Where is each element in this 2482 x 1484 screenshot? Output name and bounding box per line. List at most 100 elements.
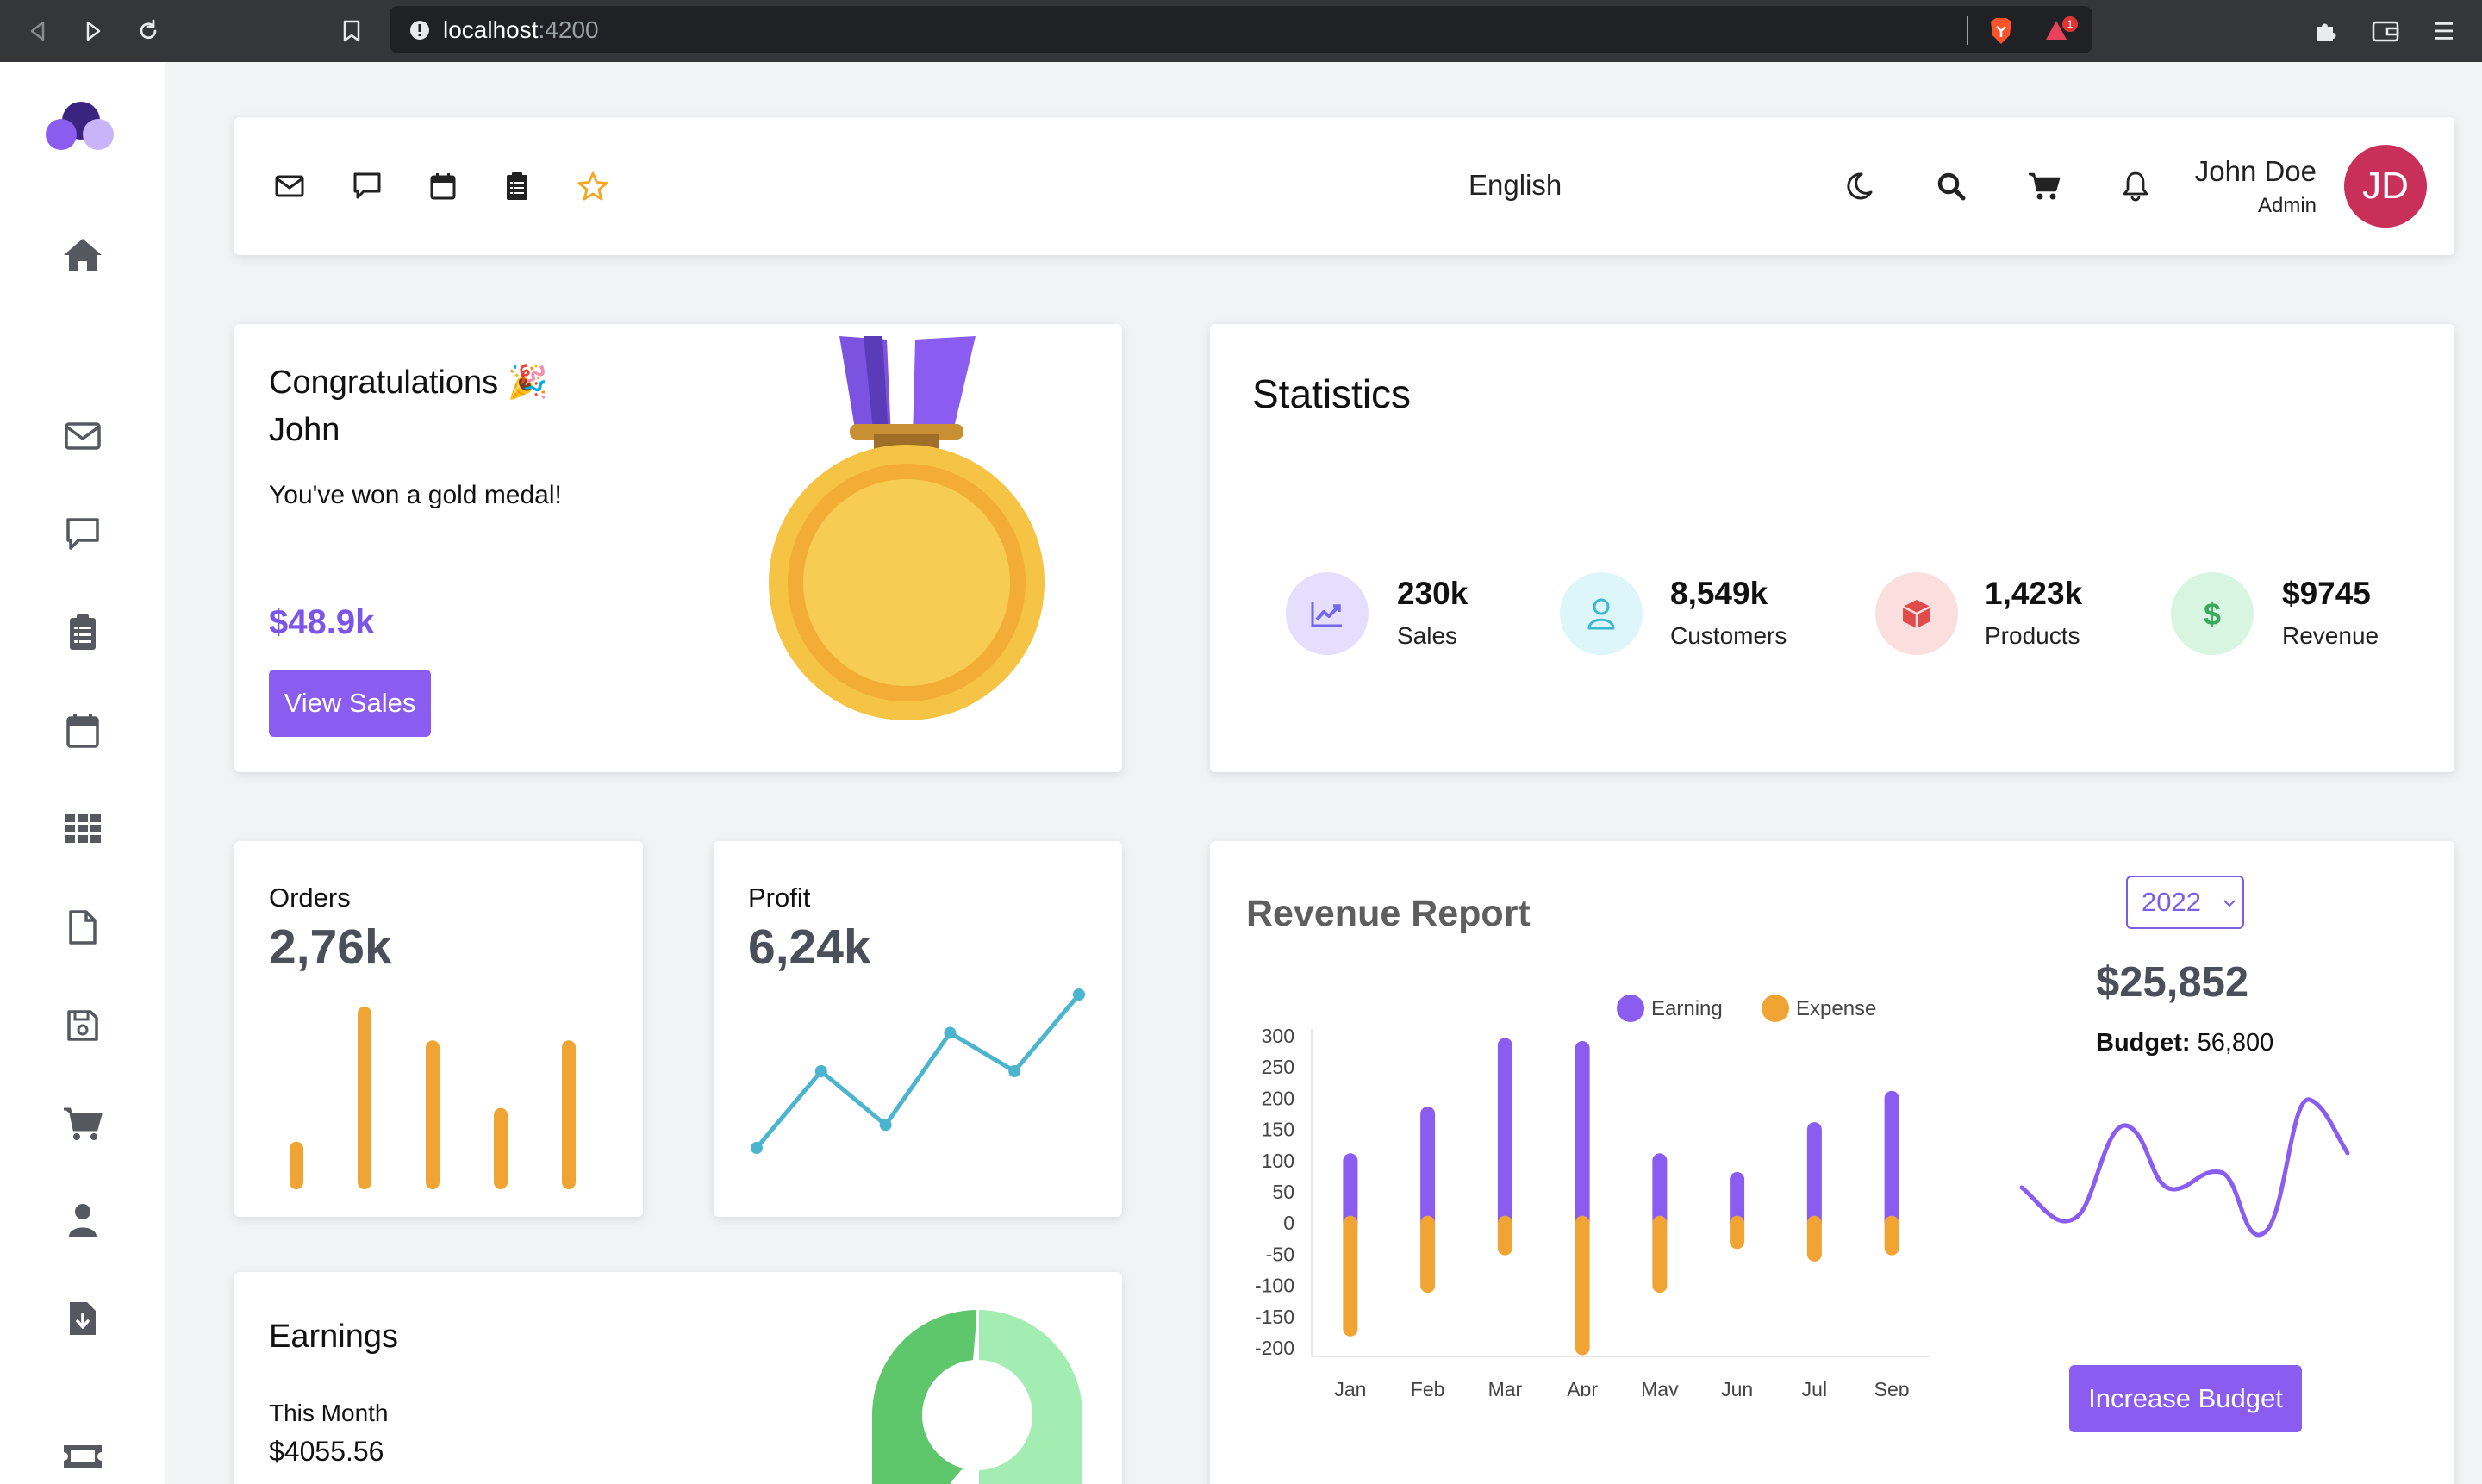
file-icon[interactable] — [53, 898, 112, 957]
congrats-amount: $48.9k — [269, 603, 375, 641]
browser-toolbar: localhost:4200 1 — [0, 0, 2482, 62]
legend-marker — [1617, 995, 1644, 1022]
menu-icon[interactable] — [2425, 12, 2463, 50]
revenue-report-title: Revenue Report — [1246, 893, 1531, 934]
profit-point — [1008, 1065, 1021, 1077]
cart-icon[interactable] — [2018, 160, 2070, 212]
mail-icon[interactable] — [53, 407, 112, 465]
x-tick-label: Sep — [1874, 1378, 1910, 1396]
x-tick-label: Mar — [1488, 1378, 1523, 1396]
earnings-donut-chart — [869, 1306, 1086, 1484]
chat-icon[interactable] — [341, 160, 393, 212]
legend-marker — [1762, 995, 1789, 1022]
y-tick-label: -50 — [1266, 1243, 1294, 1265]
mail-icon[interactable] — [264, 160, 315, 212]
congrats-name: John — [269, 412, 340, 448]
address-bar[interactable]: localhost:4200 — [390, 6, 2092, 53]
moon-icon[interactable] — [1834, 160, 1886, 212]
y-tick-label: 150 — [1262, 1119, 1294, 1141]
profit-point — [751, 1142, 763, 1154]
user-name[interactable]: John Doe — [2195, 155, 2317, 188]
budget-label: Budget: — [2096, 1029, 2191, 1057]
x-tick-label: Jun — [1721, 1378, 1753, 1396]
profit-line — [755, 993, 1081, 1150]
stat-label-customers: Customers — [1670, 622, 1787, 649]
ticket-icon[interactable] — [53, 1427, 112, 1484]
search-icon[interactable] — [1925, 160, 1977, 212]
url-host: localhost — [443, 16, 539, 43]
logo[interactable] — [38, 93, 124, 153]
x-tick-label: Apr — [1567, 1378, 1598, 1396]
calendar-icon[interactable] — [417, 160, 469, 212]
budget-value: 56,800 — [2197, 1029, 2274, 1057]
bookmark-icon[interactable] — [333, 12, 371, 50]
legend-label: Earning — [1651, 997, 1723, 1020]
y-tick-label: 300 — [1262, 1025, 1294, 1047]
statistics-title: Statistics — [1252, 371, 1412, 416]
forward-icon[interactable] — [74, 12, 112, 50]
chat-icon[interactable] — [53, 505, 112, 564]
grid-icon[interactable] — [53, 800, 112, 858]
info-icon[interactable] — [408, 19, 431, 41]
divider — [1967, 16, 1968, 45]
reload-icon[interactable] — [129, 12, 167, 50]
budget-sparkline — [2017, 1077, 2353, 1250]
profit-point — [814, 1065, 827, 1077]
x-tick-label: Feb — [1411, 1378, 1445, 1396]
brave-shield-icon[interactable] — [1982, 12, 2020, 50]
back-icon[interactable] — [19, 12, 57, 50]
brave-rewards-icon[interactable]: 1 — [2042, 12, 2080, 50]
wallet-icon[interactable] — [2367, 12, 2404, 50]
clipboard-icon[interactable] — [491, 160, 543, 212]
year-select-value: 2022 — [2142, 887, 2201, 917]
budget-line: Budget: 56,800 — [2096, 1029, 2273, 1057]
extensions-icon[interactable] — [2306, 12, 2344, 50]
bell-icon[interactable] — [2110, 160, 2161, 212]
x-tick-label: Jan — [1334, 1378, 1366, 1396]
y-tick-label: 250 — [1262, 1056, 1294, 1078]
star-icon[interactable] — [567, 160, 619, 212]
box-icon — [1875, 572, 1958, 655]
cart-icon[interactable] — [53, 1094, 112, 1153]
dollar-icon: $ — [2171, 572, 2254, 655]
stat-value-revenue: $9745 — [2282, 576, 2371, 611]
home-icon[interactable] — [53, 226, 112, 284]
stat-label-sales: Sales — [1397, 622, 1458, 649]
save-icon[interactable] — [53, 996, 112, 1055]
view-sales-button[interactable]: View Sales — [269, 670, 431, 737]
avatar[interactable]: JD — [2344, 145, 2427, 228]
y-tick-label: 200 — [1262, 1087, 1294, 1109]
notification-count: 1 — [2067, 18, 2074, 30]
y-tick-label: 50 — [1272, 1181, 1294, 1203]
profit-point — [944, 1026, 957, 1039]
revenue-amount: $25,852 — [2096, 959, 2249, 1006]
orders-bar-chart — [290, 1007, 576, 1189]
orders-title: Orders — [269, 882, 351, 913]
stat-value-customers: 8,549k — [1670, 576, 1768, 611]
language-selector[interactable]: English — [1469, 169, 1562, 202]
user-icon[interactable] — [53, 1191, 112, 1250]
y-tick-label: 0 — [1283, 1212, 1294, 1234]
profit-point — [1073, 988, 1085, 1001]
url-port: :4200 — [538, 16, 599, 43]
y-tick-label: -200 — [1255, 1337, 1294, 1359]
x-tick-label: May — [1641, 1378, 1679, 1396]
increase-budget-button[interactable]: Increase Budget — [2069, 1365, 2302, 1432]
trending-up-icon — [1286, 572, 1369, 655]
congrats-message: You've won a gold medal! — [269, 481, 562, 509]
earnings-month-label: This Month — [269, 1400, 389, 1426]
stat-value-products: 1,423k — [1985, 576, 2083, 611]
clipboard-icon[interactable] — [53, 603, 112, 662]
user-role: Admin — [2257, 194, 2317, 217]
download-file-icon[interactable] — [53, 1289, 112, 1348]
y-tick-label: -100 — [1255, 1275, 1294, 1297]
profit-line-chart — [751, 988, 1085, 1154]
legend-label: Expense — [1796, 997, 1876, 1020]
profit-title: Profit — [748, 882, 811, 913]
calendar-icon[interactable] — [53, 701, 112, 760]
x-tick-label: Jul — [1802, 1378, 1827, 1396]
earnings-title: Earnings — [269, 1319, 398, 1355]
y-tick-label: -150 — [1255, 1306, 1294, 1328]
year-select[interactable]: 2022 — [2126, 876, 2244, 929]
stat-label-products: Products — [1985, 622, 2080, 649]
